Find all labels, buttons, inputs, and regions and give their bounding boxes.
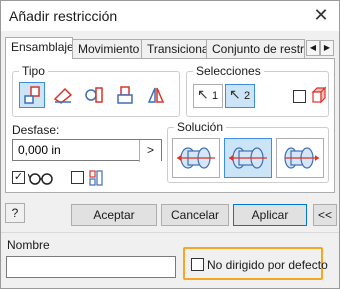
mate-type-button[interactable] [19, 82, 45, 108]
symmetry-type-button[interactable] [143, 82, 169, 108]
desfase-label: Desfase: [12, 123, 60, 137]
apply-button[interactable]: Aplicar [233, 204, 307, 226]
symmetry-icon [147, 87, 165, 103]
help-icon[interactable]: ? [5, 203, 25, 223]
tipo-label: Tipo [19, 64, 48, 78]
cancel-button[interactable]: Cancelar [161, 204, 229, 226]
no-default-label: No dirigido por defecto [207, 258, 328, 272]
solution-opposed-button[interactable] [172, 138, 220, 178]
tab-scroll-left-icon[interactable]: ◀ [306, 40, 320, 56]
no-default-highlight: No dirigido por defecto [183, 247, 328, 280]
mate-aligned-icon [229, 147, 267, 169]
solucion-label: Solución [174, 120, 227, 134]
selection-2-label: 2 [244, 90, 251, 102]
offset-field[interactable]: > [12, 139, 162, 162]
selection-1-label: 1 [212, 90, 219, 102]
title-bar: Añadir restricción ✕ [1, 1, 339, 31]
second-selection-button[interactable]: ↖ 2 [225, 84, 255, 108]
tangent-icon [85, 87, 103, 103]
first-select-checkbox[interactable] [293, 90, 306, 103]
offset-arrow-button[interactable]: > [139, 140, 161, 162]
cursor-icon: ↖ [229, 86, 241, 102]
first-selection-button[interactable]: ↖ 1 [193, 84, 223, 108]
section-divider [1, 232, 339, 233]
tab-strip: Ensamblaje Movimiento Transicional Conju… [5, 37, 335, 59]
tipo-group: Tipo [12, 64, 180, 117]
selecciones-label: Selecciones [193, 64, 264, 78]
insert-type-button[interactable] [112, 82, 138, 108]
tab-transicional[interactable]: Transicional [141, 39, 207, 58]
tab-conjunto-restricciones[interactable]: Conjunto de restricciones [206, 39, 305, 58]
tab-scroll-right-icon[interactable]: ▶ [320, 40, 334, 56]
accept-button[interactable]: Aceptar [71, 204, 157, 226]
solution-flush-button[interactable] [276, 138, 324, 178]
part-select-icon [310, 86, 328, 106]
no-default-checkbox[interactable] [191, 258, 204, 271]
predict-offset-checkbox[interactable] [71, 171, 84, 184]
preview-checkbox[interactable]: ✓ [12, 171, 25, 184]
tab-movimiento[interactable]: Movimiento [72, 39, 142, 58]
glasses-icon [27, 170, 54, 186]
name-field[interactable] [6, 256, 176, 278]
collapse-more-button[interactable]: << [313, 204, 337, 226]
flush-icon [284, 147, 319, 169]
window-title: Añadir restricción [9, 8, 118, 24]
solution-aligned-button[interactable] [224, 138, 272, 178]
solucion-group: Solución [167, 120, 329, 183]
mate-icon [24, 86, 40, 104]
name-input[interactable] [7, 257, 175, 277]
tangent-type-button[interactable] [81, 82, 107, 108]
insert-icon [117, 86, 133, 104]
predict-offset-icon [88, 169, 104, 187]
assembly-tab-panel: Tipo Selecciones ↖ 1 ↖ 2 Desfase: 0,000 … [5, 58, 335, 193]
add-constraint-dialog: Añadir restricción ✕ Ensamblaje Movimien… [0, 0, 340, 289]
angle-icon [53, 87, 73, 104]
selecciones-group: Selecciones ↖ 1 ↖ 2 [186, 64, 329, 117]
angle-type-button[interactable] [50, 82, 76, 108]
close-icon[interactable]: ✕ [309, 4, 333, 28]
mate-opposed-icon [177, 147, 215, 169]
tab-ensamblaje[interactable]: Ensamblaje [5, 37, 73, 59]
name-label: Nombre [7, 238, 50, 252]
cursor-icon: ↖ [197, 86, 209, 102]
